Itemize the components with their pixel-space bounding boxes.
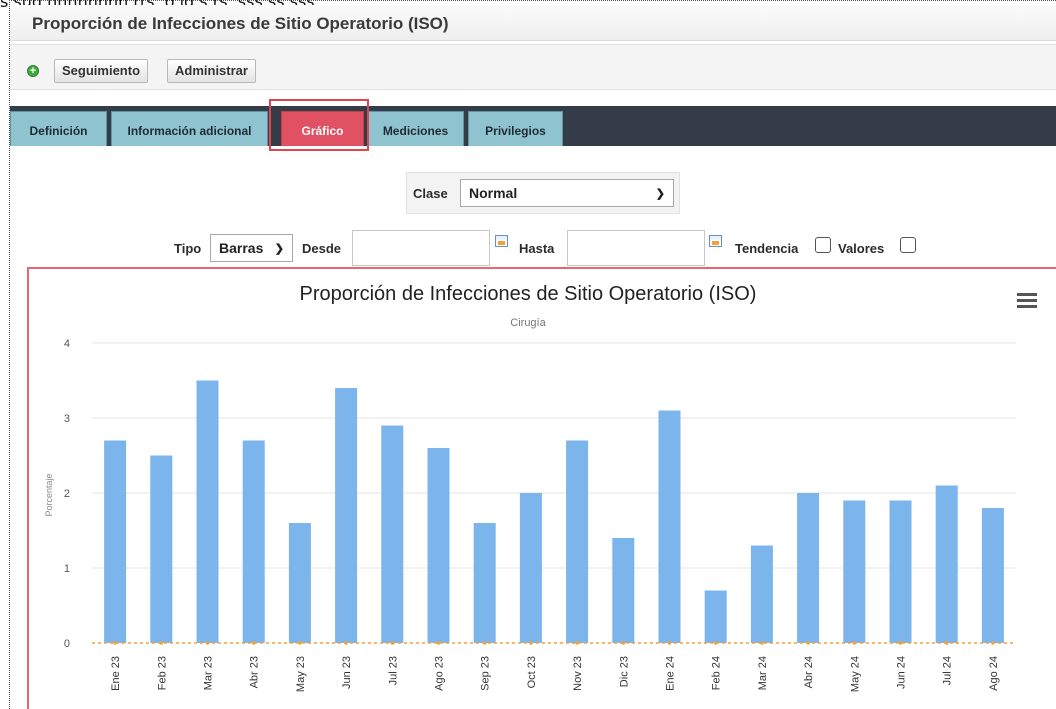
bar <box>658 410 681 643</box>
bar <box>288 523 311 643</box>
y-tick-label: 0 <box>64 638 70 650</box>
x-tick-label: Mar 24 <box>757 656 769 690</box>
bar <box>104 440 127 643</box>
bar-chart: 0 1 2 3 4 Porcentaje Ene 23 Feb 23 Mar 23 Abr 23 M… <box>44 338 1016 692</box>
x-tick-label: Abr 23 <box>249 656 261 688</box>
x-tick-label: Jun 23 <box>341 656 353 689</box>
x-tick-label: Jul 23 <box>387 656 399 685</box>
bar <box>381 425 404 643</box>
x-tick-label: Ago 24 <box>988 656 1000 691</box>
x-tick-label: Jul 24 <box>942 656 954 685</box>
bar <box>981 508 1004 643</box>
x-tick-label: Nov 23 <box>572 656 584 691</box>
bar <box>427 448 450 643</box>
x-tick-label: Abr 24 <box>803 656 815 688</box>
y-axis-label: Porcentaje <box>44 473 54 516</box>
x-tick-label: Feb 23 <box>156 656 168 690</box>
bar <box>889 500 912 643</box>
bar <box>519 493 542 643</box>
bar <box>843 500 866 643</box>
x-tick-label: May 24 <box>849 656 861 692</box>
bar <box>704 590 727 643</box>
x-tick-label: Mar 23 <box>203 656 215 690</box>
x-tick-label: Feb 24 <box>711 656 723 690</box>
bar <box>196 380 219 643</box>
baseline-point <box>436 641 441 645</box>
x-tick-label: May 23 <box>295 656 307 692</box>
bar <box>242 440 265 643</box>
y-tick-label: 1 <box>64 563 70 575</box>
x-tick-label: Jun 24 <box>896 656 908 689</box>
bar <box>935 485 958 643</box>
bar <box>150 455 173 643</box>
y-tick-label: 2 <box>64 488 70 500</box>
bar <box>566 440 589 643</box>
bar <box>797 493 820 643</box>
x-tick-label: Oct 23 <box>526 656 538 688</box>
bar <box>335 388 358 643</box>
x-tick-label: Sep 23 <box>480 656 492 691</box>
y-tick-label: 4 <box>64 338 70 350</box>
bar <box>473 523 496 643</box>
x-tick-label: Ene 23 <box>110 656 122 691</box>
baseline-point <box>898 641 903 645</box>
bar <box>612 538 635 643</box>
bar <box>750 545 773 643</box>
y-tick-label: 3 <box>64 413 70 425</box>
x-tick-label: Ene 24 <box>665 656 677 691</box>
x-tick-label: Dic 23 <box>618 656 630 687</box>
x-tick-label: Ago 23 <box>434 656 446 691</box>
